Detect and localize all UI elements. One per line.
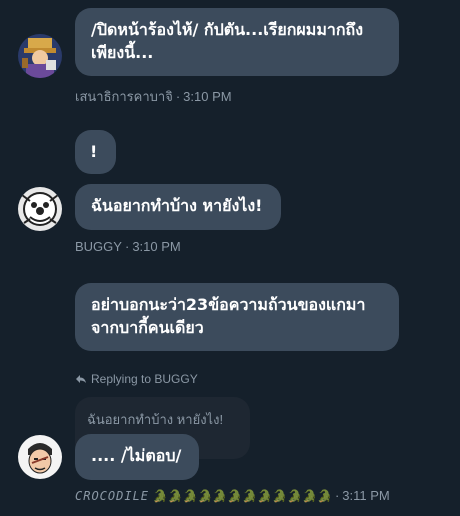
author-name[interactable]: CROCODILE [75, 489, 149, 503]
message-text: .... /ไม่ตอบ/ [91, 446, 182, 465]
message-meta: เสนาธิการคาบาจิ · 3:10 PM [75, 86, 232, 107]
timestamp: 3:11 PM [342, 488, 390, 503]
author-name[interactable]: เสนาธิการคาบาจิ [75, 89, 173, 104]
message-bubble[interactable]: .... /ไม่ตอบ/ [75, 434, 199, 480]
message-meta: CROCODILE 🐊🐊🐊🐊🐊🐊🐊🐊🐊🐊🐊🐊 · 3:11 PM [75, 488, 390, 503]
message-bubble[interactable]: ฉันอยากทำบ้าง หายังไง! [75, 184, 281, 230]
message-text: ฉันอยากทำบ้าง หายังไง! [91, 196, 263, 215]
quoted-text: ฉันอยากทำบ้าง หายังไง! [87, 412, 224, 427]
timestamp: 3:10 PM [132, 239, 181, 254]
message-bubble[interactable]: ! [75, 130, 116, 174]
reply-label: Replying to BUGGY [91, 372, 198, 386]
reply-indicator[interactable]: Replying to BUGGY [75, 372, 198, 386]
message-text: /ปิดหน้าร้องไห้/ กัปตัน...เรียกผมมากถึงเ… [91, 20, 364, 62]
message-meta: BUGGY · 3:10 PM [75, 239, 181, 254]
message-bubble[interactable]: /ปิดหน้าร้องไห้/ กัปตัน...เรียกผมมากถึงเ… [75, 8, 399, 76]
meta-separator: · [124, 239, 130, 254]
reply-arrow-icon [76, 375, 86, 383]
message-bubble[interactable]: อย่าบอกนะว่า23ข้อความถ้วนของแกมาจากบากี้… [75, 283, 399, 351]
meta-separator: · [175, 89, 181, 104]
meta-separator: · [334, 488, 340, 503]
timestamp: 3:10 PM [183, 89, 232, 104]
avatar-crocodile[interactable] [18, 435, 62, 479]
message-text: ! [90, 142, 98, 161]
avatar-buggy[interactable] [18, 187, 62, 231]
avatar-kabaji[interactable] [18, 34, 62, 78]
author-name[interactable]: BUGGY [75, 239, 122, 254]
message-text: อย่าบอกนะว่า23ข้อความถ้วนของแกมาจากบากี้… [91, 295, 366, 337]
author-decoration: 🐊🐊🐊🐊🐊🐊🐊🐊🐊🐊🐊🐊 [152, 489, 332, 503]
